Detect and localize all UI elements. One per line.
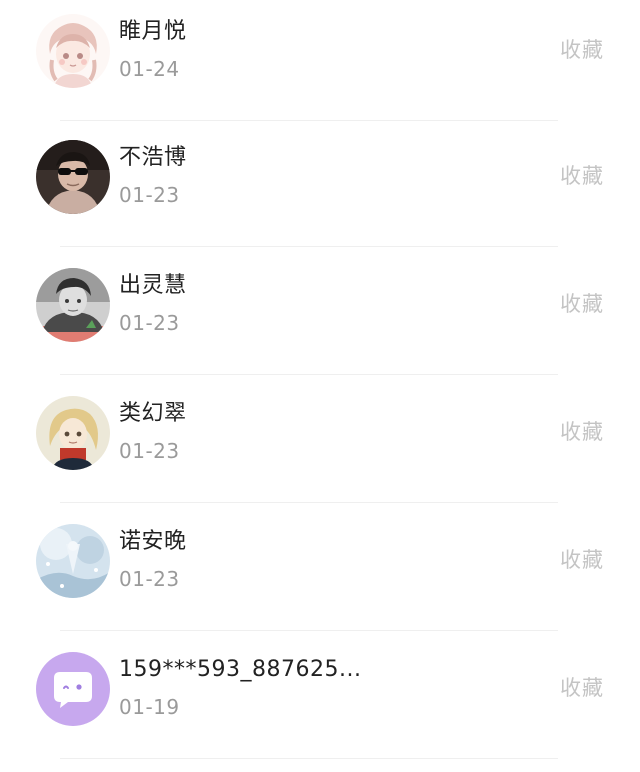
anime-girl-avatar[interactable] [36, 14, 110, 88]
contact-date: 01-23 [119, 567, 180, 591]
list-item[interactable]: 159***593_887625... 01-19 收藏 [0, 638, 640, 765]
boy-grayscale-avatar[interactable] [36, 268, 110, 342]
favorite-button[interactable]: 收藏 [560, 35, 604, 65]
contact-name: 睢月悦 [119, 19, 187, 44]
divider [60, 758, 558, 759]
favorite-button[interactable]: 收藏 [560, 545, 604, 575]
favorite-button[interactable]: 收藏 [560, 417, 604, 447]
contact-list: 睢月悦 01-24 收藏 不浩博 01-23 收藏 出灵慧 01-23 收藏 类… [0, 0, 640, 772]
divider [60, 246, 558, 247]
contact-date: 01-19 [119, 695, 180, 719]
divider [60, 502, 558, 503]
contact-name: 诺安晚 [119, 529, 187, 554]
list-item[interactable]: 诺安晚 01-23 收藏 [0, 510, 640, 637]
favorite-button[interactable]: 收藏 [560, 673, 604, 703]
favorite-button[interactable]: 收藏 [560, 289, 604, 319]
contact-date: 01-23 [119, 311, 180, 335]
list-item[interactable]: 类幻翠 01-23 收藏 [0, 382, 640, 509]
favorite-button[interactable]: 收藏 [560, 161, 604, 191]
winter-scene-avatar[interactable] [36, 524, 110, 598]
list-item[interactable]: 不浩博 01-23 收藏 [0, 126, 640, 253]
default-chat-bubble-avatar[interactable] [36, 652, 110, 726]
contact-name: 不浩博 [119, 145, 187, 170]
divider [60, 630, 558, 631]
list-item[interactable]: 睢月悦 01-24 收藏 [0, 0, 640, 127]
contact-date: 01-23 [119, 183, 180, 207]
contact-date: 01-23 [119, 439, 180, 463]
contact-name: 类幻翠 [119, 401, 187, 426]
list-item[interactable]: 出灵慧 01-23 收藏 [0, 254, 640, 381]
contact-name: 出灵慧 [119, 273, 187, 298]
contact-name: 159***593_887625... [119, 657, 362, 682]
divider [60, 120, 558, 121]
contact-date: 01-24 [119, 57, 180, 81]
divider [60, 374, 558, 375]
boy-sunglasses-avatar[interactable] [36, 140, 110, 214]
blonde-girl-avatar[interactable] [36, 396, 110, 470]
